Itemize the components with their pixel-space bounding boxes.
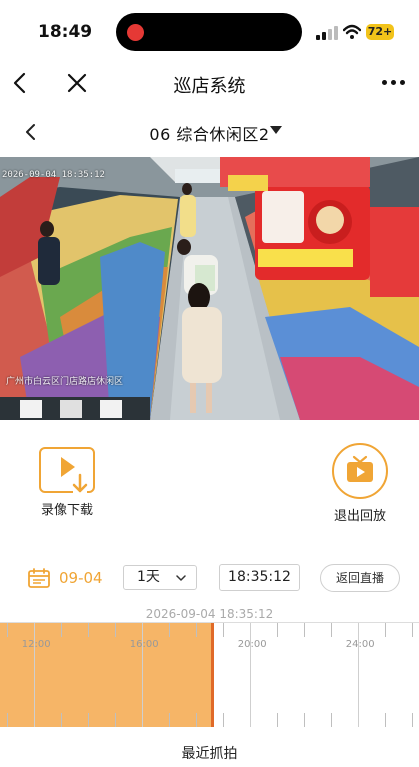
timeline-tick [60, 623, 62, 637]
timeline-tick [195, 623, 197, 637]
cellular-signal-icon [316, 26, 338, 40]
timeline-tick [384, 623, 386, 637]
video-download-icon [39, 447, 95, 495]
timeline-tick [330, 623, 332, 637]
timeline-tick [384, 713, 386, 727]
range-select-value: 1天 [137, 569, 160, 585]
channel-dropdown-icon[interactable] [270, 126, 282, 134]
status-time: 18:49 [38, 22, 93, 42]
timeline-tick-label: 12:00 [21, 639, 51, 650]
wifi-icon [343, 24, 361, 39]
record-download-button[interactable]: 录像下载 [34, 447, 100, 518]
battery-icon: 72+ [366, 24, 394, 40]
timeline-tick [276, 623, 278, 637]
timeline-cursor[interactable] [210, 623, 214, 727]
chevron-down-icon [176, 575, 186, 581]
timeline-tick [330, 713, 332, 727]
timeline-tick [411, 713, 413, 727]
calendar-icon[interactable] [28, 568, 50, 588]
more-options-icon[interactable] [380, 80, 408, 88]
timeline-tick [276, 713, 278, 727]
timeline-tick [114, 713, 116, 727]
record-download-label: 录像下载 [40, 503, 93, 518]
timeline-tick [60, 713, 62, 727]
recent-snapshots-label[interactable]: 最近抓拍 [0, 743, 419, 763]
timeline-tick [168, 623, 170, 637]
date-picker-value[interactable]: 09-04 [59, 569, 103, 587]
return-live-button[interactable]: 返回直播 [320, 564, 400, 592]
time-input[interactable]: 18:35:12 [219, 564, 300, 591]
timeline-tick [195, 713, 197, 727]
playback-timeline[interactable]: 12:00 16:00 20:00 24:00 [0, 622, 419, 727]
channel-selector-bar: 06 综合休闲区2 [0, 110, 419, 154]
dynamic-island [116, 13, 302, 51]
timeline-tick [411, 623, 413, 637]
camera-playback-video[interactable]: 2026-09-04 18:35:12 广州市白云区门店路店休闲区 [0, 157, 419, 420]
range-select[interactable]: 1天 [123, 565, 197, 590]
channel-name[interactable]: 06 综合休闲区2 [0, 121, 419, 145]
video-location-overlay: 广州市白云区门店路店休闲区 [6, 377, 124, 387]
timeline-tick [6, 623, 8, 637]
timeline-tick [114, 623, 116, 637]
timeline-tick [6, 713, 8, 727]
timeline-tick-label: 16:00 [129, 639, 159, 650]
timeline-tick [303, 623, 305, 637]
status-bar: 18:49 72+ [0, 0, 419, 60]
page-title: 巡店系统 [173, 76, 246, 97]
nav-bar: 巡店系统 [0, 60, 419, 106]
timeline-current-time: 2026-09-04 18:35:12 [145, 607, 274, 621]
timeline-tick [303, 713, 305, 727]
exit-playback-label: 退出回放 [333, 509, 386, 524]
timeline-tick-label: 24:00 [345, 639, 375, 650]
timeline-tick [87, 623, 89, 637]
recording-indicator-icon [127, 24, 144, 41]
timeline-tick [168, 713, 170, 727]
timeline-tick-label: 20:00 [237, 639, 267, 650]
tv-playback-icon [332, 443, 388, 499]
video-timestamp-overlay: 2026-09-04 18:35:12 [2, 170, 105, 180]
exit-playback-button[interactable]: 退出回放 [327, 443, 393, 524]
timeline-tick [87, 713, 89, 727]
timeline-tick [222, 713, 224, 727]
timeline-tick [222, 623, 224, 637]
